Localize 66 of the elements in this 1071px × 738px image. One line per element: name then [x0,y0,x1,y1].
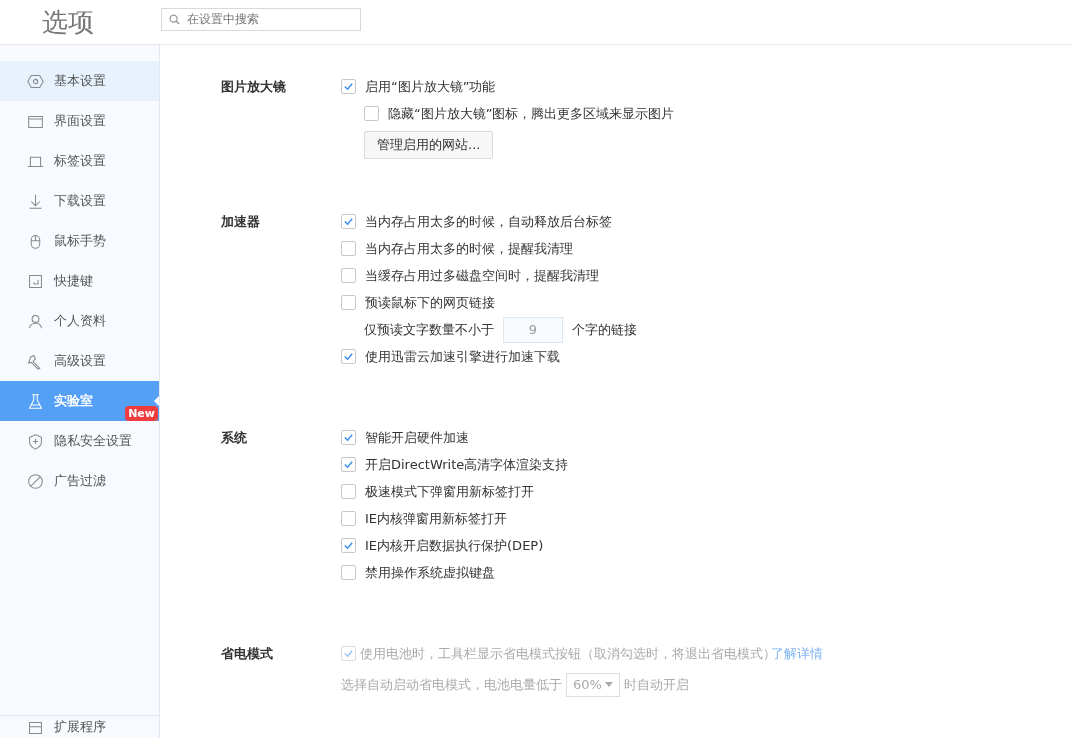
search-field[interactable]: 在设置中搜索 [161,7,361,31]
checkbox-label: 预读鼠标下的网页链接 [365,293,495,312]
menu-item-icon [27,352,44,370]
checkbox-label: IE内核开启数据执行保护(DEP) [365,536,544,555]
check-icon [343,459,354,470]
menu-item-icon [27,432,44,450]
section-title: 图片放大镜 [221,78,287,96]
checkbox-label: 当内存占用太多的时候，提醒我清理 [365,239,573,258]
checkbox-label: 极速模式下弹窗用新标签打开 [365,482,534,501]
checkbox-label: 当缓存占用过多磁盘空间时，提醒我清理 [365,266,599,285]
menu-item-icon [27,472,44,490]
sidebar-item[interactable]: 广告过滤 [0,461,159,501]
checkbox-label: 使用迅雷云加速引擎进行加速下载 [365,347,560,366]
section-title: 系统 [221,429,248,447]
check-icon [343,81,354,92]
check-icon [343,648,354,659]
new-badge: New [125,406,158,421]
checkbox[interactable] [341,79,356,94]
sidebar-item[interactable]: 实验室 New [0,381,159,421]
checkbox-label: 开启DirectWrite高清字体渲染支持 [365,455,569,474]
sidebar-item[interactable]: 基本设置 [0,61,159,101]
check-icon [343,216,354,227]
sidebar-item[interactable]: 鼠标手势 [0,221,159,261]
sidebar-item[interactable]: 界面设置 [0,101,159,141]
sidebar-item[interactable]: 个人资料 [0,301,159,341]
sidebar-item[interactable]: 快捷键 [0,261,159,301]
section-title: 加速器 [221,213,261,231]
sidebar-item[interactable]: 标签设置 [0,141,159,181]
option-label: 仅预读文字数量不小于 [364,320,494,339]
check-icon [343,432,354,443]
checkbox[interactable] [341,511,356,526]
menu-item-icon [27,392,44,410]
checkbox[interactable] [341,349,356,364]
checkbox[interactable] [341,268,356,283]
checkbox[interactable] [341,241,356,256]
option-label: 个字的链接 [572,320,637,339]
checkbox-label: IE内核弹窗用新标签打开 [365,509,508,528]
window-title: 选项 [41,5,95,39]
option-label: 选择自动启动省电模式，电池电量低于 [341,675,562,694]
checkbox-label: 启用“图片放大镜”功能 [365,77,496,96]
checkbox[interactable] [341,457,356,472]
checkbox[interactable] [364,106,379,121]
checkbox[interactable] [341,565,356,580]
checkbox[interactable] [341,430,356,445]
checkbox-label: 隐藏“图片放大镜”图标，腾出更多区域来显示图片 [388,104,675,123]
checkbox[interactable] [341,214,356,229]
checkbox[interactable] [341,538,356,553]
checkbox-label: 当内存占用太多的时候，自动释放后台标签 [365,212,612,231]
option-label: 时自动开启 [624,675,689,694]
sidebar-item[interactable]: 下载设置 [0,181,159,221]
menu-item-icon [27,312,44,330]
sidebar-item[interactable]: 高级设置 [0,341,159,381]
checkbox-label: 禁用操作系统虚拟键盘 [365,563,495,582]
section-title: 省电模式 [221,645,274,663]
manage-sites-button[interactable]: 管理启用的网站... [364,130,494,159]
sidebar-item[interactable]: 隐私安全设置 [0,421,159,461]
caret-icon [605,682,613,687]
checkbox[interactable] [341,295,356,310]
check-icon [343,540,354,551]
checkbox-label: 智能开启硬件加速 [365,428,469,447]
sidebar-item[interactable]: 扩展程序 [0,715,159,738]
check-icon [343,351,354,362]
menu-item-icon [27,72,44,90]
checkbox[interactable] [341,484,356,499]
menu-item-icon [27,192,44,210]
menu-item-icon [27,272,44,290]
